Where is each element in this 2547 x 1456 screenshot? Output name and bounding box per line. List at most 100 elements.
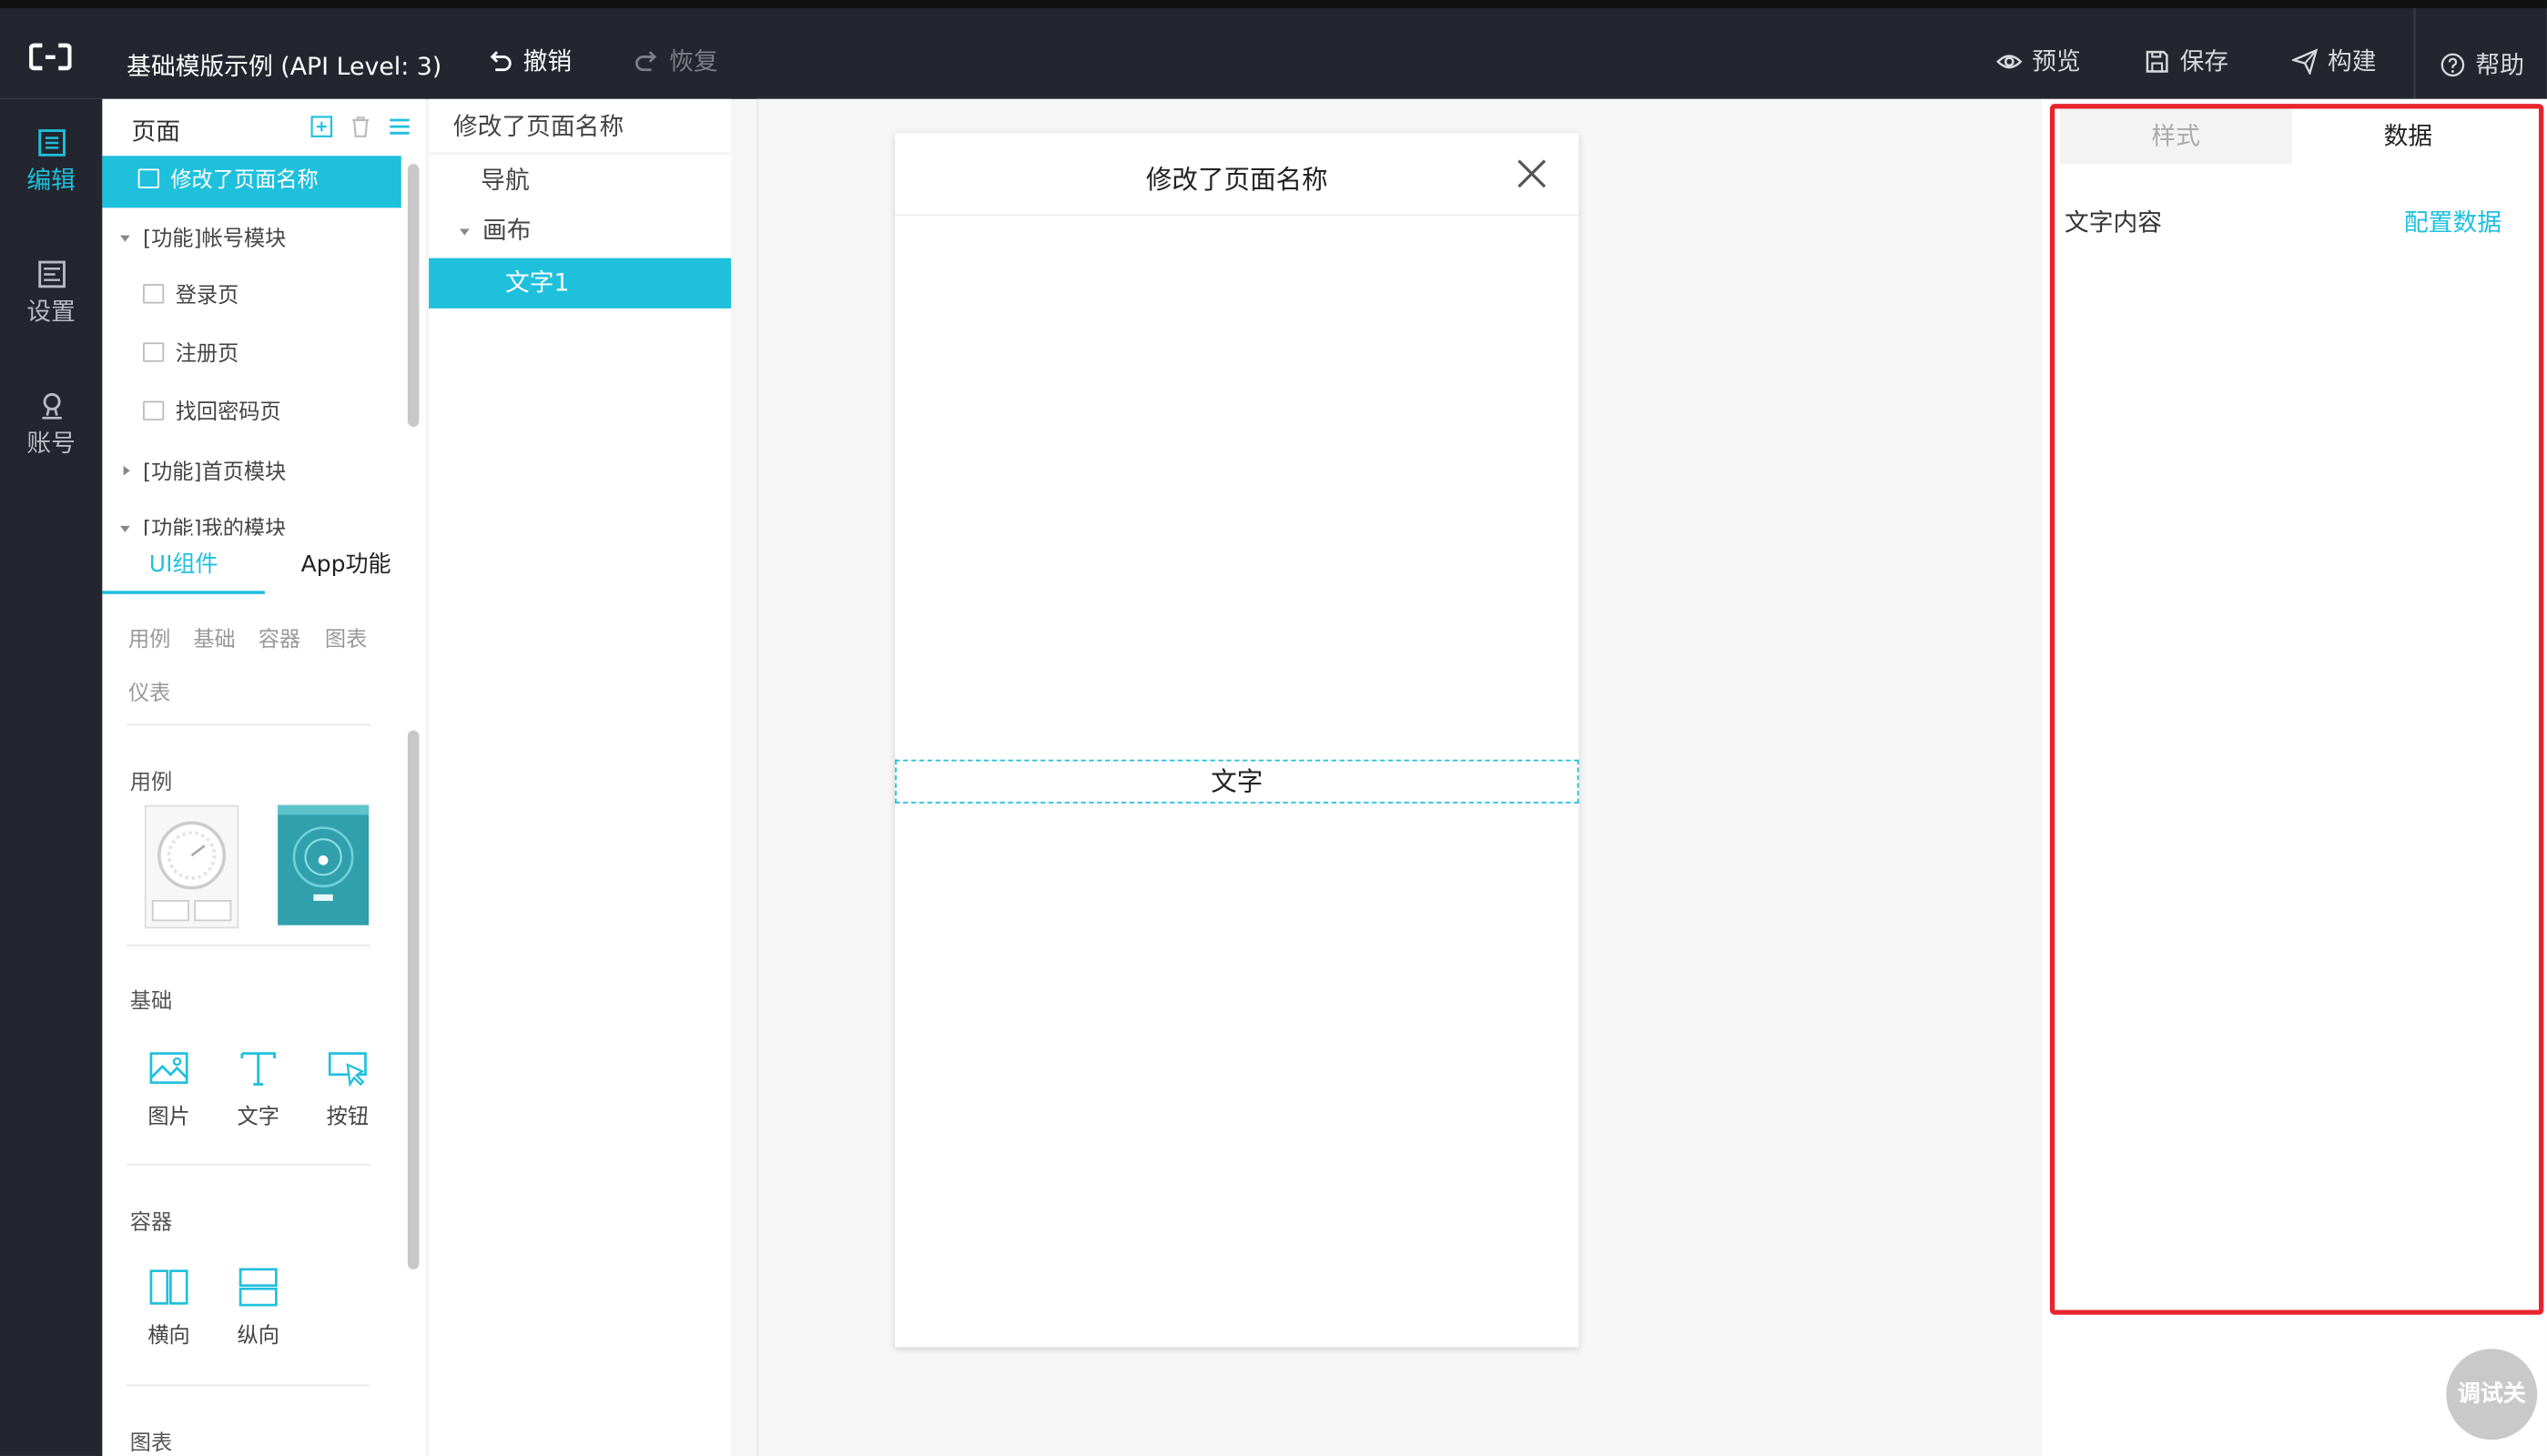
undo-button[interactable]: 撤销 <box>487 44 572 77</box>
app-logo-icon[interactable] <box>29 42 72 71</box>
section-examples-title: 用例 <box>129 771 173 796</box>
page-item-label: 登录页 <box>175 284 239 308</box>
eye-icon <box>1996 54 2023 68</box>
redo-button[interactable]: 恢复 <box>634 44 718 77</box>
expand-arrow-icon[interactable] <box>120 235 130 242</box>
tree-item-text1[interactable]: 文字1 <box>429 258 731 308</box>
page-item-reset-password[interactable]: 找回密码页 <box>102 388 401 440</box>
nav-item-settings[interactable]: 设置 <box>0 259 102 373</box>
example-app-thumbnail[interactable] <box>278 804 370 925</box>
component-panel: UI组件 App功能 用例 基础 容器 图表 仪表 用例 基础 图片 文字 按钮… <box>102 535 427 1456</box>
app-thumbnail-icon <box>278 804 370 901</box>
page-group-account[interactable]: [功能]帐号模块 <box>102 214 401 266</box>
tree-item-nav[interactable]: 导航 <box>429 156 731 206</box>
top-header: 基础模版示例 (API Level: 3) 撤销 恢复 预览 保存 构建 帮助 <box>0 0 2547 99</box>
component-label: 按钮 <box>326 1105 370 1130</box>
page-list-header: 页面 <box>102 99 425 155</box>
nav-label-settings: 设置 <box>26 297 76 327</box>
image-icon <box>149 1052 188 1085</box>
question-circle-icon <box>2440 52 2465 76</box>
expand-arrow-icon[interactable] <box>459 228 470 236</box>
page-group-mine[interactable]: [功能]我的模块 <box>102 505 401 536</box>
undo-icon <box>490 50 512 71</box>
page-item-label: 修改了页面名称 <box>170 168 319 194</box>
phone-preview: 修改了页面名称 文字 <box>895 133 1579 1348</box>
trash-icon[interactable] <box>350 116 372 138</box>
tab-app-features[interactable]: App功能 <box>265 536 427 594</box>
floppy-disk-icon <box>2146 49 2168 72</box>
page-doc-icon <box>143 342 165 362</box>
selected-text-element[interactable]: 文字 <box>895 759 1579 804</box>
properties-panel: 样式 数据 文字内容 配置数据 <box>2041 98 2547 1456</box>
component-vertical[interactable]: 纵向 <box>222 1266 294 1349</box>
page-item-label: [功能]我的模块 <box>143 518 287 536</box>
close-icon[interactable] <box>1516 157 1548 190</box>
horizontal-layout-icon <box>149 1269 188 1305</box>
component-horizontal[interactable]: 横向 <box>133 1266 205 1349</box>
page-list-title: 页面 <box>131 116 181 147</box>
page-list-scrollbar[interactable] <box>407 164 420 428</box>
collapse-arrow-icon[interactable] <box>123 465 130 476</box>
divider <box>127 723 370 726</box>
phone-page-title: 修改了页面名称 <box>1145 164 1328 196</box>
nav-item-edit[interactable]: 编辑 <box>0 128 102 242</box>
build-button[interactable]: 构建 <box>2291 44 2377 77</box>
build-label: 构建 <box>2328 46 2377 76</box>
category-examples[interactable]: 用例 <box>128 622 170 652</box>
user-icon <box>41 393 61 420</box>
expand-arrow-icon[interactable] <box>120 525 130 533</box>
page-group-home[interactable]: [功能]首页模块 <box>102 448 401 500</box>
component-label: 文字 <box>237 1105 279 1130</box>
tab-ui-components[interactable]: UI组件 <box>102 536 265 594</box>
redo-label: 恢复 <box>669 46 718 76</box>
component-tree-panel: 修改了页面名称 导航 画布 文字1 <box>429 98 731 1456</box>
nav-item-account[interactable]: 账号 <box>0 391 102 505</box>
gauge-thumbnail-icon <box>151 821 232 922</box>
text-t-icon <box>240 1052 276 1086</box>
page-item-current[interactable]: 修改了页面名称 <box>102 156 401 208</box>
help-button[interactable]: 帮助 <box>2440 47 2524 81</box>
tab-style[interactable]: 样式 <box>2059 108 2292 165</box>
component-label: 纵向 <box>237 1324 279 1350</box>
component-label: 横向 <box>147 1324 190 1350</box>
component-image[interactable]: 图片 <box>133 1046 205 1129</box>
component-panel-scrollbar[interactable] <box>407 730 420 1269</box>
page-item-label: [功能]首页模块 <box>143 460 287 486</box>
highlight-frame: 样式 数据 文字内容 配置数据 <box>2049 104 2544 1315</box>
list-menu-icon[interactable] <box>388 116 411 138</box>
tree-root[interactable]: 修改了页面名称 <box>429 102 731 155</box>
divider <box>127 1384 370 1387</box>
page-item-label: [功能]帐号模块 <box>143 227 287 252</box>
tab-data[interactable]: 数据 <box>2292 109 2524 165</box>
undo-label: 撤销 <box>523 46 573 76</box>
left-nav: 编辑 设置 账号 <box>0 98 103 1456</box>
config-data-link[interactable]: 配置数据 <box>2404 205 2501 238</box>
phone-nav-bar[interactable]: 修改了页面名称 <box>895 133 1579 217</box>
section-container-title: 容器 <box>129 1210 173 1236</box>
save-button[interactable]: 保存 <box>2144 44 2228 77</box>
page-doc-icon <box>137 168 159 188</box>
debug-toggle-button[interactable]: 调试关 <box>2446 1349 2538 1441</box>
component-button[interactable]: 按钮 <box>312 1046 384 1129</box>
category-container[interactable]: 容器 <box>259 622 300 652</box>
category-chart[interactable]: 图表 <box>325 622 367 652</box>
vertical-layout-icon <box>238 1268 278 1307</box>
help-label: 帮助 <box>2475 50 2524 80</box>
page-item-login[interactable]: 登录页 <box>102 271 401 323</box>
nav-label-account: 账号 <box>26 428 76 459</box>
page-doc-icon <box>143 284 165 304</box>
preview-button[interactable]: 预览 <box>1996 44 2081 77</box>
page-item-label: 注册页 <box>175 342 239 368</box>
add-page-icon[interactable] <box>310 116 333 138</box>
example-gauge-thumbnail[interactable] <box>144 804 239 929</box>
page-item-register[interactable]: 注册页 <box>102 329 401 381</box>
component-text[interactable]: 文字 <box>222 1046 294 1129</box>
tree-item-canvas[interactable]: 画布 <box>429 207 731 257</box>
edit-icon <box>37 129 66 157</box>
category-gauge[interactable]: 仪表 <box>128 675 170 706</box>
preview-label: 预览 <box>2032 46 2081 76</box>
page-doc-icon <box>143 400 165 420</box>
page-list-panel: 页面 修改了页面名称 [功能]帐号模块 登录页 注册页 找回密码页 [功能]首页… <box>102 98 426 536</box>
category-basic[interactable]: 基础 <box>193 622 235 652</box>
app-title: 基础模版示例 (API Level: 3) <box>127 52 442 82</box>
